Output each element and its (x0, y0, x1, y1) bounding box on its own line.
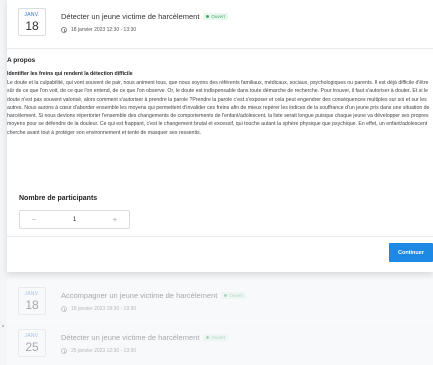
event-title[interactable]: Accompagner un jeune victime de harcèlem… (61, 291, 217, 300)
event-info: Accompagner un jeune victime de harcèlem… (61, 287, 246, 315)
date-day: 18 (25, 298, 39, 312)
date-badge: JANV. 18 (18, 287, 46, 315)
status-dot-icon (206, 15, 210, 18)
event-header: JANV. 18 Détecter un jeune victime de ha… (18, 8, 228, 36)
divider (7, 236, 433, 237)
event-time: 25 janvier 2023 12:30 - 13:30 (61, 348, 228, 354)
event-card-selected: JANV. 18 Détecter un jeune victime de ha… (7, 0, 433, 272)
status-badge: Ouvert (203, 334, 228, 341)
event-title[interactable]: Détecter un jeune victime de harcèlement (61, 12, 199, 21)
date-month: JANV. (24, 291, 40, 297)
clock-icon (61, 27, 67, 33)
about-subtitle: Identifier les freins qui rendent la dét… (7, 71, 133, 77)
event-time-text: 18 janvier 2023 18:30 - 19:30 (71, 306, 137, 312)
clock-icon (61, 306, 67, 312)
increment-button[interactable]: + (101, 215, 129, 224)
about-heading: A propos (7, 57, 36, 64)
decrement-button[interactable]: − (20, 215, 48, 224)
date-day: 25 (25, 340, 39, 354)
event-time-text: 18 janvier 2023 12:30 - 13:30 (71, 27, 137, 33)
event-header: JANV. 25 Détecter un jeune victime de ha… (18, 329, 228, 357)
bullet-dot (2, 325, 4, 327)
clock-icon (61, 348, 67, 354)
quantity-value[interactable]: 1 (48, 216, 101, 223)
status-dot-icon (224, 294, 228, 297)
event-time: 18 janvier 2023 12:30 - 13:30 (61, 27, 228, 33)
participants-label: Nombre de participants (19, 195, 98, 202)
date-month: JANV. (24, 12, 40, 18)
date-badge: JANV. 25 (18, 329, 46, 357)
divider (7, 48, 433, 49)
status-badge: Ouvert (221, 292, 246, 299)
event-card[interactable]: JANV. 18 Accompagner un jeune victime de… (7, 279, 433, 323)
event-info: Détecter un jeune victime de harcèlement… (61, 8, 228, 36)
event-title[interactable]: Détecter un jeune victime de harcèlement (61, 333, 199, 342)
date-day: 18 (25, 19, 39, 33)
about-description: Le doute et la culpabilité, qui vont sou… (7, 80, 430, 136)
quantity-stepper: − 1 + (19, 210, 130, 229)
continue-button[interactable]: Continuer (389, 243, 433, 262)
status-dot-icon (206, 336, 210, 339)
event-info: Détecter un jeune victime de harcèlement… (61, 329, 228, 357)
event-time: 18 janvier 2023 18:30 - 19:30 (61, 306, 246, 312)
event-time-text: 25 janvier 2023 12:30 - 13:30 (71, 348, 137, 354)
event-card[interactable]: JANV. 25 Détecter un jeune victime de ha… (7, 321, 433, 365)
date-month: JANV. (24, 333, 40, 339)
event-header: JANV. 18 Accompagner un jeune victime de… (18, 287, 246, 315)
date-badge: JANV. 18 (18, 8, 46, 36)
status-badge: Ouvert (203, 13, 228, 20)
